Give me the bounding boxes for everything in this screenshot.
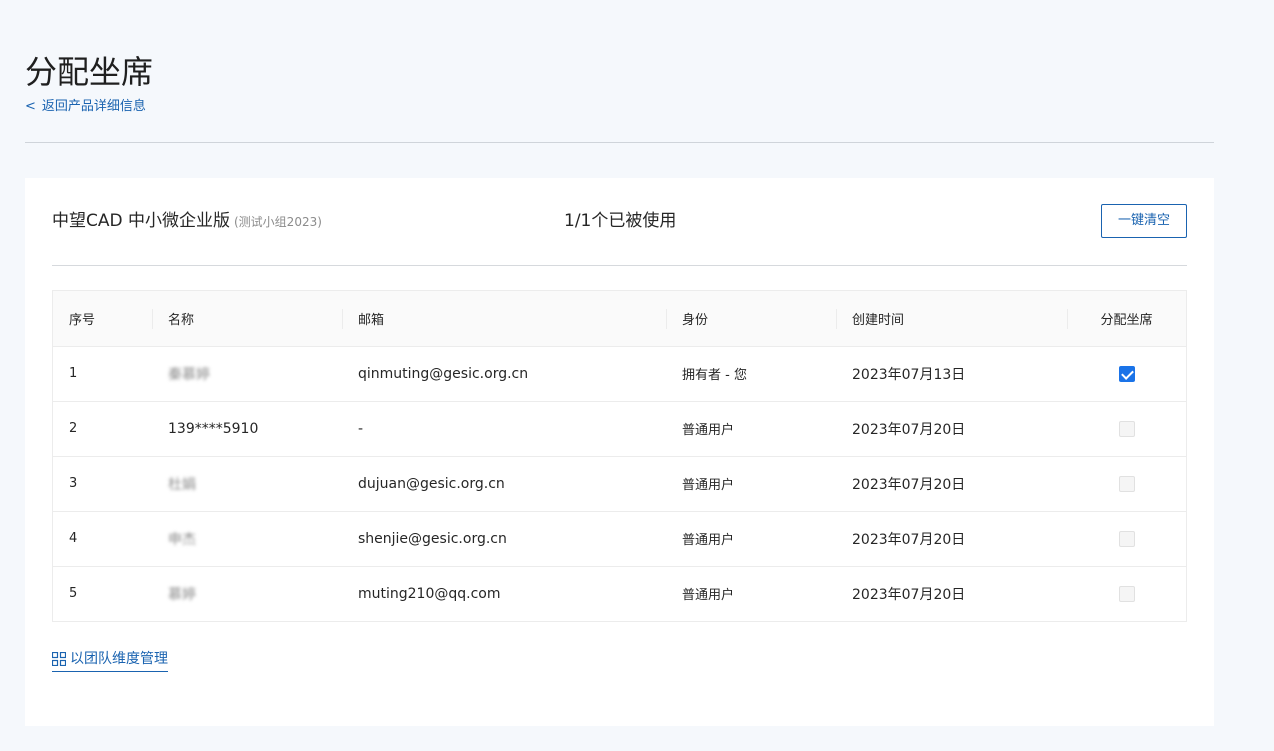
table-header-row: 序号 名称 邮箱 身份 创建时间 分配坐席 (53, 291, 1186, 346)
row-role: 普通用户 (682, 423, 735, 438)
row-created: 2023年07月20日 (852, 421, 966, 438)
assign-seat-checkbox[interactable] (1118, 530, 1135, 547)
row-index: 4 (69, 531, 78, 546)
table-row: 1 秦慕婷 qinmuting@gesic.org.cn 拥有者 - 您 202… (53, 346, 1186, 401)
team-manage-label: 以团队维度管理 (70, 651, 168, 667)
table-row: 4 申杰 shenjie@gesic.org.cn 普通用户 2023年07月2… (53, 511, 1186, 566)
column-header-assign: 分配坐席 (1067, 291, 1186, 346)
card-divider (52, 265, 1187, 266)
row-role: 普通用户 (682, 478, 735, 493)
row-created: 2023年07月20日 (852, 476, 966, 493)
row-created: 2023年07月13日 (852, 366, 966, 383)
row-index: 2 (69, 421, 78, 436)
row-index: 1 (69, 366, 78, 381)
row-name: 秦慕婷 (168, 366, 210, 383)
row-email: muting210@qq.com (358, 585, 501, 602)
row-role: 普通用户 (682, 533, 735, 548)
back-link-label: 返回产品详细信息 (41, 99, 146, 114)
column-header-index: 序号 (69, 312, 96, 328)
product-team: (测试小组2023) (234, 215, 322, 229)
team-manage-link[interactable]: 以团队维度管理 (52, 648, 168, 672)
product-title: 中望CAD 中小微企业版 (52, 211, 230, 231)
table-row: 5 慕婷 muting210@qq.com 普通用户 2023年07月20日 (53, 566, 1186, 621)
back-link[interactable]: < 返回产品详细信息 (25, 97, 146, 117)
row-name: 139****5910 (168, 420, 259, 437)
row-email: dujuan@gesic.org.cn (358, 475, 505, 492)
row-index: 5 (69, 586, 78, 602)
row-assign-cell (1067, 401, 1186, 456)
row-index: 3 (69, 476, 78, 491)
row-name: 杜娟 (168, 476, 196, 493)
assign-seat-checkbox[interactable] (1118, 585, 1135, 602)
row-role: 拥有者 - 您 (682, 368, 747, 383)
row-assign-cell (1067, 346, 1186, 401)
card-header: 中望CAD 中小微企业版 (测试小组2023) 1/1个已被使用 一键清空 (52, 204, 1187, 238)
row-created: 2023年07月20日 (852, 586, 966, 603)
row-assign-cell (1067, 511, 1186, 566)
assign-seat-checkbox[interactable] (1118, 475, 1135, 492)
seat-table: 序号 名称 邮箱 身份 创建时间 分配坐席 1 秦慕婷 qinmuting@ge… (52, 290, 1187, 622)
table-row: 2 139****5910 - 普通用户 2023年07月20日 (53, 401, 1186, 456)
assign-seat-checkbox[interactable] (1118, 420, 1135, 437)
row-role: 普通用户 (682, 588, 735, 604)
seat-usage: 1/1个已被使用 (564, 211, 677, 231)
seat-card: 中望CAD 中小微企业版 (测试小组2023) 1/1个已被使用 一键清空 序号 … (25, 178, 1214, 726)
row-name: 申杰 (168, 531, 196, 548)
table-row: 3 杜娟 dujuan@gesic.org.cn 普通用户 2023年07月20… (53, 456, 1186, 511)
row-name: 慕婷 (168, 586, 196, 603)
row-email: - (358, 420, 364, 437)
page-title: 分配坐席 (25, 53, 154, 91)
column-header-email: 邮箱 (342, 291, 666, 346)
column-header-role: 身份 (666, 291, 836, 346)
product-name: 中望CAD 中小微企业版 (测试小组2023) (52, 210, 322, 233)
row-created: 2023年07月20日 (852, 531, 966, 548)
row-assign-cell (1067, 456, 1186, 511)
header-divider (25, 142, 1214, 143)
row-email: qinmuting@gesic.org.cn (358, 365, 529, 382)
assign-seat-checkbox[interactable] (1118, 365, 1135, 382)
row-assign-cell (1067, 566, 1186, 621)
clear-all-button[interactable]: 一键清空 (1101, 204, 1187, 238)
column-header-name: 名称 (152, 291, 342, 346)
grid-icon (52, 652, 66, 666)
chevron-left-icon: < (25, 99, 36, 114)
column-header-created: 创建时间 (836, 291, 1067, 346)
row-email: shenjie@gesic.org.cn (358, 530, 507, 547)
